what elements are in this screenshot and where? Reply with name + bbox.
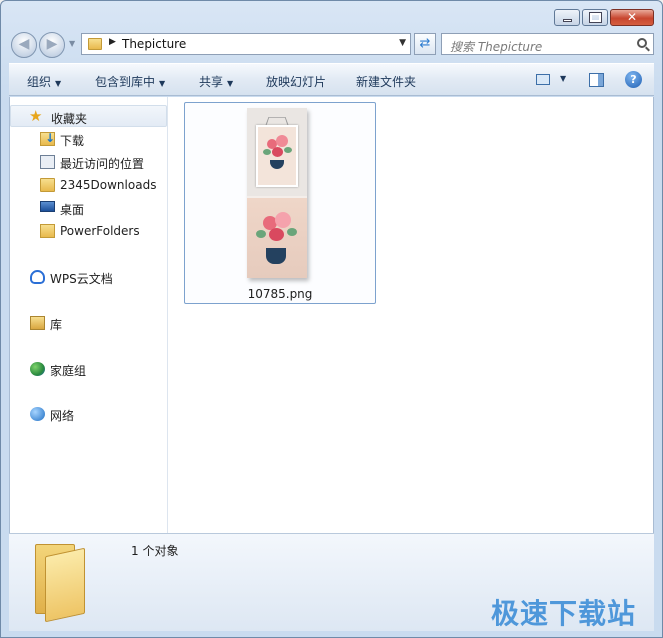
share-menu[interactable]: 共享 ▼: [199, 73, 233, 90]
thumbnail-closeup-view: [247, 198, 307, 278]
flower-shape: [272, 147, 283, 157]
folder-front: [45, 547, 85, 623]
file-item[interactable]: 10785.png: [184, 102, 376, 304]
recent-places-icon: [40, 155, 55, 169]
address-dropdown-icon[interactable]: ▼: [399, 38, 406, 48]
folder-icon: [40, 178, 55, 192]
vase-shape: [266, 248, 286, 264]
sidebar-item-label: WPS云文档: [50, 272, 113, 286]
forward-button[interactable]: ▶: [39, 32, 65, 58]
sidebar-item-recent-places[interactable]: 最近访问的位置: [10, 151, 167, 173]
sidebar-item-favorites[interactable]: ★ 收藏夹: [10, 105, 167, 127]
refresh-button[interactable]: ⇄: [414, 33, 436, 55]
framed-picture: [256, 125, 298, 187]
chevron-down-icon: ▼: [159, 79, 166, 88]
organize-label: 组织: [27, 75, 52, 89]
sidebar-item-label: 桌面: [60, 203, 85, 217]
sidebar-item-downloads[interactable]: 下载: [10, 128, 167, 150]
minimize-button[interactable]: [554, 9, 580, 26]
sidebar-item-label: PowerFolders: [60, 224, 140, 238]
share-label: 共享: [199, 75, 224, 89]
forward-arrow-icon: ▶: [46, 36, 58, 52]
sidebar-item-label: 家庭组: [50, 364, 87, 378]
maximize-button[interactable]: [582, 9, 608, 26]
close-icon: ✕: [626, 10, 638, 24]
include-in-library-menu[interactable]: 包含到库中 ▼: [95, 73, 165, 90]
explorer-window: ✕ ◀ ▶ ▼ ▶ Thepicture ▼ ⇄ 搜索 Thepicture 组…: [0, 0, 663, 638]
file-name[interactable]: 10785.png: [185, 287, 375, 301]
homegroup-icon: [30, 362, 45, 376]
item-count: 1 个对象: [131, 544, 179, 558]
leaf-shape: [256, 230, 266, 238]
flower-shape: [269, 228, 284, 241]
powerfolders-icon: [40, 224, 55, 238]
chevron-right-icon[interactable]: ▶: [109, 37, 116, 47]
sidebar-item-label: 下载: [60, 134, 85, 148]
sidebar-item-label: 库: [50, 318, 63, 332]
sidebar-item-label: 最近访问的位置: [60, 157, 145, 171]
leaf-shape: [287, 228, 297, 236]
back-arrow-icon: ◀: [18, 36, 30, 52]
sidebar-item-wps-cloud[interactable]: WPS云文档: [10, 266, 167, 288]
thumbnail-frame-view: [247, 108, 307, 196]
watermark-logo: 极速下载站: [490, 597, 636, 630]
address-text[interactable]: Thepicture: [122, 37, 186, 51]
sidebar-item-label: 收藏夹: [51, 112, 88, 126]
sidebar-item-2345downloads[interactable]: 2345Downloads: [10, 174, 167, 196]
address-bar[interactable]: ▶ Thepicture ▼: [81, 33, 411, 55]
content-area: ★ 收藏夹 下载 最近访问的位置 2345Downloads 桌面 Pow: [9, 97, 654, 533]
new-folder-button[interactable]: 新建文件夹: [356, 73, 416, 90]
vase-shape: [270, 160, 284, 169]
search-icon[interactable]: [637, 38, 647, 48]
leaf-shape: [263, 149, 271, 155]
include-in-library-label: 包含到库中: [95, 75, 156, 89]
sidebar-item-homegroup[interactable]: 家庭组: [10, 358, 167, 380]
leaf-shape: [284, 147, 292, 153]
library-icon: [30, 316, 45, 330]
window-controls: ✕: [554, 9, 654, 26]
organize-menu[interactable]: 组织 ▼: [27, 73, 61, 90]
change-view-icon[interactable]: [536, 74, 550, 85]
chevron-down-icon: ▼: [55, 79, 62, 88]
chevron-down-icon: ▼: [227, 79, 234, 88]
command-toolbar: 组织 ▼ 包含到库中 ▼ 共享 ▼ 放映幻灯片 新建文件夹 ▼ ?: [9, 63, 654, 96]
preview-pane-icon[interactable]: [589, 73, 604, 87]
sidebar-item-label: 2345Downloads: [60, 178, 157, 192]
sidebar-item-powerfolders[interactable]: PowerFolders: [10, 220, 167, 242]
star-icon: ★: [29, 107, 43, 125]
folder-icon: [33, 544, 89, 623]
slideshow-button[interactable]: 放映幻灯片: [266, 73, 326, 90]
close-button[interactable]: ✕: [610, 9, 654, 26]
sidebar-item-desktop[interactable]: 桌面: [10, 197, 167, 219]
new-folder-label: 新建文件夹: [356, 75, 417, 89]
sidebar-item-network[interactable]: 网络: [10, 403, 167, 425]
search-placeholder: 搜索 Thepicture: [450, 40, 543, 54]
navigation-bar: ◀ ▶ ▼ ▶ Thepicture ▼ ⇄ 搜索 Thepicture: [9, 29, 654, 61]
sidebar-item-label: 网络: [50, 409, 75, 423]
navigation-pane: ★ 收藏夹 下载 最近访问的位置 2345Downloads 桌面 Pow: [10, 97, 168, 533]
maximize-icon: [589, 12, 602, 23]
flower-shape: [276, 135, 288, 147]
slideshow-label: 放映幻灯片: [266, 75, 327, 89]
cloud-icon: [30, 270, 45, 284]
view-options-dropdown[interactable]: ▼: [560, 74, 566, 83]
desktop-icon: [40, 201, 55, 212]
recent-pages-dropdown[interactable]: ▼: [69, 39, 75, 48]
details-pane: 1 个对象 极速下载站: [9, 533, 654, 631]
minimize-icon: [563, 19, 572, 22]
help-icon[interactable]: ?: [625, 71, 642, 88]
network-icon: [30, 407, 45, 421]
folder-icon: [88, 38, 102, 50]
search-input[interactable]: 搜索 Thepicture: [441, 33, 654, 55]
downloads-folder-icon: [40, 131, 55, 146]
back-button[interactable]: ◀: [11, 32, 37, 58]
flower-shape: [275, 212, 291, 228]
sidebar-item-libraries[interactable]: 库: [10, 312, 167, 334]
refresh-icon: ⇄: [419, 36, 431, 51]
image-thumbnail: [247, 108, 307, 278]
